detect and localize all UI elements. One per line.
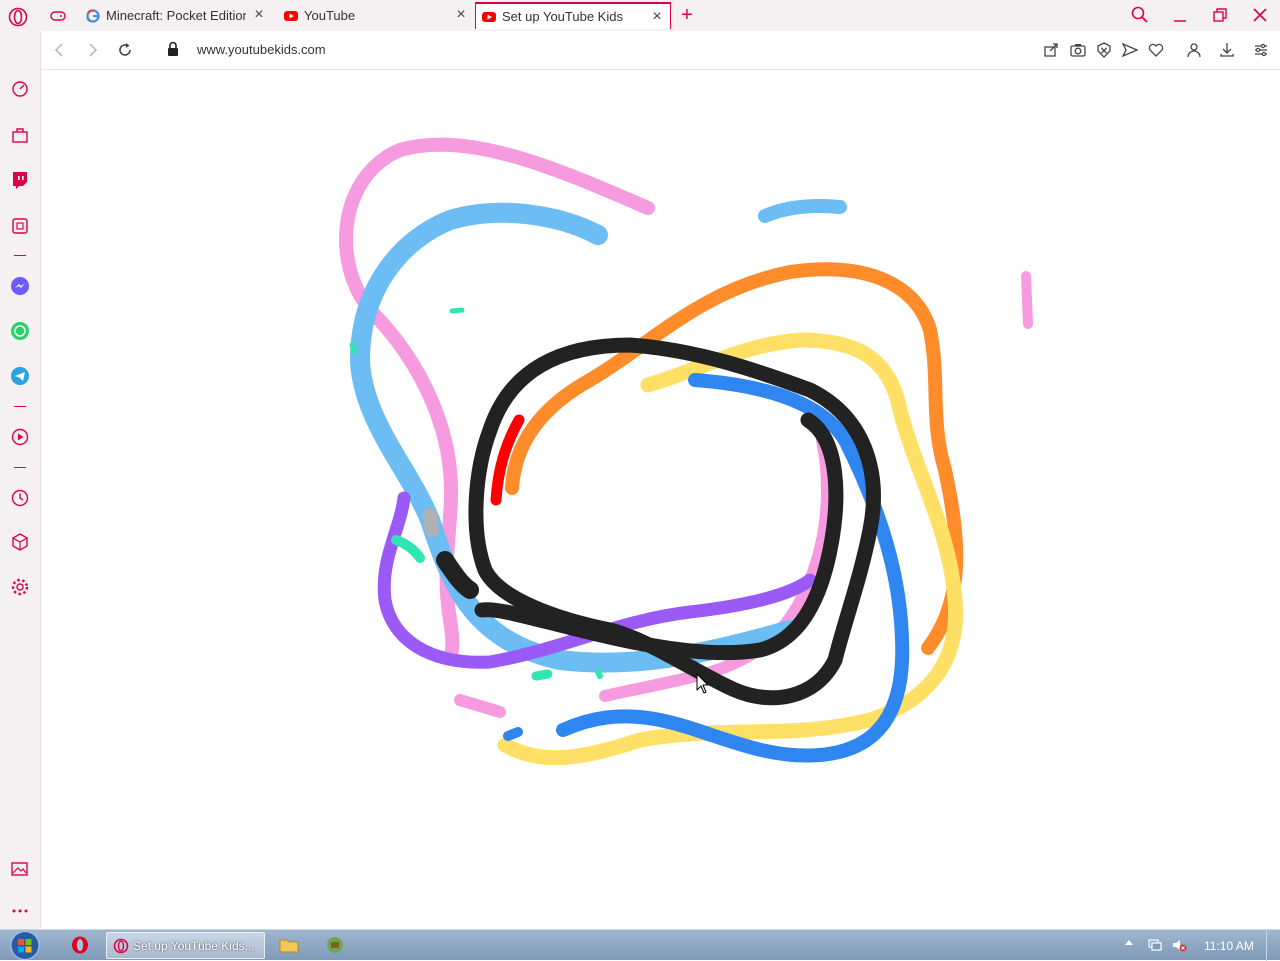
minimize-icon[interactable]	[1169, 4, 1191, 26]
settings-gear-icon[interactable]	[10, 577, 30, 597]
twitch-icon[interactable]	[10, 170, 30, 190]
tab-title: Minecraft: Pocket Edition -	[106, 8, 246, 23]
teal-stroke	[349, 342, 359, 355]
teal-stroke	[531, 669, 553, 681]
youtube-icon	[284, 10, 298, 21]
tab-title: YouTube	[304, 8, 356, 23]
opera-menu-icon[interactable]	[8, 7, 28, 27]
url-field[interactable]: www.youtubekids.com	[197, 42, 326, 57]
pink-stroke	[454, 694, 506, 718]
speed-dial-icon[interactable]	[10, 79, 30, 99]
lightblue-stroke	[350, 202, 800, 673]
sidebar-divider	[14, 467, 26, 468]
wallpaper-icon[interactable]	[10, 859, 30, 879]
tray-overflow-icon[interactable]	[1125, 940, 1133, 945]
back-icon[interactable]	[49, 39, 71, 61]
camera-icon[interactable]	[1069, 41, 1087, 59]
sidebar	[0, 31, 41, 929]
restore-icon[interactable]	[1209, 4, 1231, 26]
reload-icon[interactable]	[114, 39, 136, 61]
sidebar-divider	[14, 255, 26, 256]
orange-stroke	[505, 262, 964, 655]
gx-control-icon[interactable]	[10, 216, 30, 236]
more-options-icon[interactable]	[10, 901, 30, 921]
drawing-canvas[interactable]	[41, 70, 1280, 929]
close-tab-icon[interactable]: ×	[650, 9, 664, 25]
google-icon	[86, 8, 100, 23]
taskbar-active-window[interactable]: Set up YouTube Kids...	[106, 932, 265, 959]
pink-stroke	[1021, 271, 1033, 329]
close-tab-icon[interactable]: ×	[454, 7, 468, 23]
sidebar-divider	[14, 406, 26, 407]
heart-icon[interactable]	[1147, 41, 1165, 59]
tab-youtube[interactable]: YouTube ×	[278, 2, 474, 29]
tab-minecraft[interactable]: Minecraft: Pocket Edition - ×	[80, 2, 272, 29]
scribble-drawing	[339, 137, 1033, 766]
close-tab-icon[interactable]: ×	[252, 7, 266, 23]
tab-title: Set up YouTube Kids	[502, 9, 623, 24]
close-window-icon[interactable]	[1249, 4, 1271, 26]
lightblue-stroke	[758, 199, 847, 223]
forward-icon[interactable]	[81, 39, 103, 61]
gamepad-icon	[50, 10, 66, 21]
extensions-cube-icon[interactable]	[10, 532, 30, 552]
youtube-icon	[482, 11, 496, 22]
workspace-gamepad-tab[interactable]	[50, 2, 68, 29]
network-icon[interactable]	[1147, 937, 1163, 953]
minecraft-taskbar-icon[interactable]	[323, 933, 347, 957]
opera-icon	[113, 938, 129, 953]
player-icon[interactable]	[10, 427, 30, 447]
taskbar: Set up YouTube Kids... 11:10 AM	[0, 929, 1280, 961]
tab-youtube-kids[interactable]: Set up YouTube Kids ×	[475, 2, 671, 29]
adblock-icon[interactable]	[1095, 41, 1113, 59]
file-explorer-icon[interactable]	[277, 933, 301, 957]
clock[interactable]: 11:10 AM	[1204, 939, 1254, 953]
whatsapp-icon[interactable]	[10, 321, 30, 341]
shopping-bag-icon[interactable]	[10, 125, 30, 145]
new-tab-plus-icon[interactable]: +	[679, 4, 695, 27]
telegram-icon[interactable]	[10, 366, 30, 386]
easy-setup-icon[interactable]	[1252, 41, 1270, 59]
teal-stroke	[391, 535, 425, 563]
taskbar-window-title: Set up YouTube Kids...	[133, 938, 255, 953]
tab-bar: Minecraft: Pocket Edition - × YouTube × …	[0, 0, 1280, 31]
volume-muted-icon[interactable]	[1171, 937, 1187, 953]
grey-stroke	[423, 508, 439, 537]
address-bar: www.youtubekids.com	[41, 31, 1280, 70]
search-tabs-icon[interactable]	[1129, 4, 1151, 26]
teal-stroke	[595, 669, 603, 679]
history-icon[interactable]	[10, 488, 30, 508]
lock-icon[interactable]	[166, 41, 180, 57]
blue-stroke	[503, 727, 523, 741]
share-icon[interactable]	[1042, 41, 1060, 59]
start-button-icon[interactable]	[6, 930, 44, 961]
opera-taskbar-icon[interactable]	[68, 933, 92, 957]
teal-stroke	[449, 307, 465, 314]
download-icon[interactable]	[1218, 41, 1236, 59]
profile-icon[interactable]	[1185, 41, 1203, 59]
messenger-icon[interactable]	[10, 276, 30, 296]
send-icon[interactable]	[1121, 41, 1139, 59]
show-desktop-button[interactable]	[1266, 930, 1280, 961]
